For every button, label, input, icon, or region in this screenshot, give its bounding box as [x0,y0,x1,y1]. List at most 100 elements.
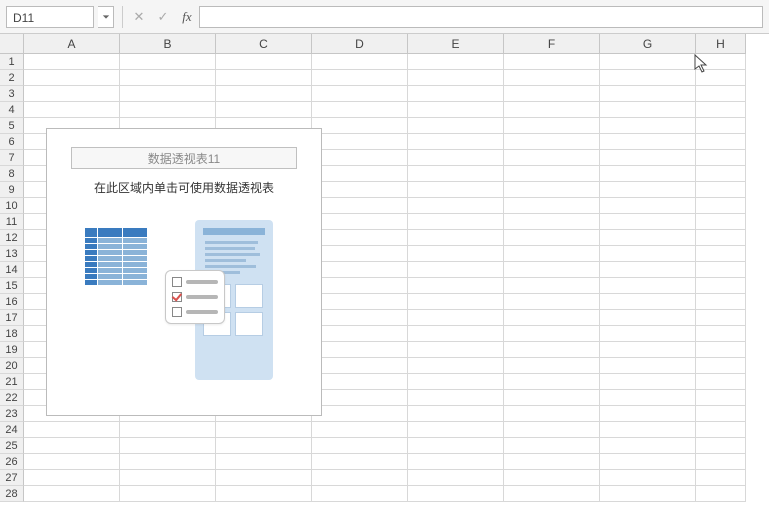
cell[interactable] [24,438,120,454]
cell[interactable] [696,438,746,454]
cell[interactable] [600,294,696,310]
cell[interactable] [312,230,408,246]
cell[interactable] [216,438,312,454]
cell[interactable] [24,470,120,486]
cell[interactable] [504,358,600,374]
cell[interactable] [696,150,746,166]
cell[interactable] [696,310,746,326]
cell[interactable] [408,294,504,310]
cell[interactable] [408,470,504,486]
cell[interactable] [408,310,504,326]
cell[interactable] [408,102,504,118]
row-header[interactable]: 27 [0,470,24,486]
cell[interactable] [504,454,600,470]
cell[interactable] [312,70,408,86]
cell[interactable] [120,54,216,70]
cell[interactable] [408,246,504,262]
cell[interactable] [600,246,696,262]
cell[interactable] [408,198,504,214]
cell[interactable] [312,406,408,422]
cell[interactable] [696,278,746,294]
cell[interactable] [504,246,600,262]
cell[interactable] [408,230,504,246]
column-header[interactable]: D [312,34,408,54]
cell[interactable] [312,182,408,198]
cell[interactable] [408,486,504,502]
cell[interactable] [312,246,408,262]
cell[interactable] [408,166,504,182]
row-header[interactable]: 3 [0,86,24,102]
cell[interactable] [696,262,746,278]
cell[interactable] [408,70,504,86]
column-header[interactable]: B [120,34,216,54]
row-header[interactable]: 4 [0,102,24,118]
cell[interactable] [216,54,312,70]
cell[interactable] [696,486,746,502]
cell[interactable] [216,486,312,502]
cell[interactable] [600,182,696,198]
cell[interactable] [312,166,408,182]
row-header[interactable]: 13 [0,246,24,262]
cell[interactable] [696,342,746,358]
select-all-corner[interactable] [0,34,24,54]
cell[interactable] [24,54,120,70]
cell[interactable] [696,230,746,246]
cell[interactable] [504,70,600,86]
name-box[interactable]: D11 [6,6,94,28]
cell[interactable] [504,406,600,422]
cell[interactable] [600,454,696,470]
row-header[interactable]: 22 [0,390,24,406]
cell[interactable] [696,454,746,470]
cell[interactable] [120,422,216,438]
cell[interactable] [600,54,696,70]
cell[interactable] [216,454,312,470]
row-header[interactable]: 17 [0,310,24,326]
cell[interactable] [504,134,600,150]
column-header[interactable]: C [216,34,312,54]
formula-cancel-button[interactable]: ✕ [127,6,151,28]
cell[interactable] [600,118,696,134]
cell[interactable] [696,182,746,198]
cell[interactable] [600,390,696,406]
cell[interactable] [312,454,408,470]
cell[interactable] [600,86,696,102]
cell[interactable] [312,438,408,454]
cell[interactable] [504,262,600,278]
cell[interactable] [504,278,600,294]
cell[interactable] [120,486,216,502]
cell[interactable] [600,326,696,342]
row-header[interactable]: 1 [0,54,24,70]
insert-function-button[interactable]: fx [175,6,199,28]
cell[interactable] [312,278,408,294]
cell[interactable] [600,214,696,230]
cell[interactable] [600,374,696,390]
cell[interactable] [408,326,504,342]
cell[interactable] [216,422,312,438]
formula-confirm-button[interactable]: ✓ [151,6,175,28]
cell[interactable] [600,438,696,454]
cell[interactable] [408,214,504,230]
cell[interactable] [504,326,600,342]
cell[interactable] [408,262,504,278]
cell[interactable] [504,310,600,326]
row-header[interactable]: 26 [0,454,24,470]
row-header[interactable]: 7 [0,150,24,166]
cell[interactable] [696,54,746,70]
row-header[interactable]: 2 [0,70,24,86]
row-header[interactable]: 20 [0,358,24,374]
cell[interactable] [408,342,504,358]
cell[interactable] [408,422,504,438]
cell[interactable] [312,134,408,150]
row-header[interactable]: 24 [0,422,24,438]
cell[interactable] [600,358,696,374]
formula-input[interactable] [199,6,763,28]
cell[interactable] [600,198,696,214]
cell[interactable] [216,102,312,118]
row-header[interactable]: 12 [0,230,24,246]
cell[interactable] [312,422,408,438]
cell[interactable] [408,150,504,166]
cell[interactable] [408,438,504,454]
cell[interactable] [24,486,120,502]
cell[interactable] [504,54,600,70]
cell[interactable] [696,326,746,342]
